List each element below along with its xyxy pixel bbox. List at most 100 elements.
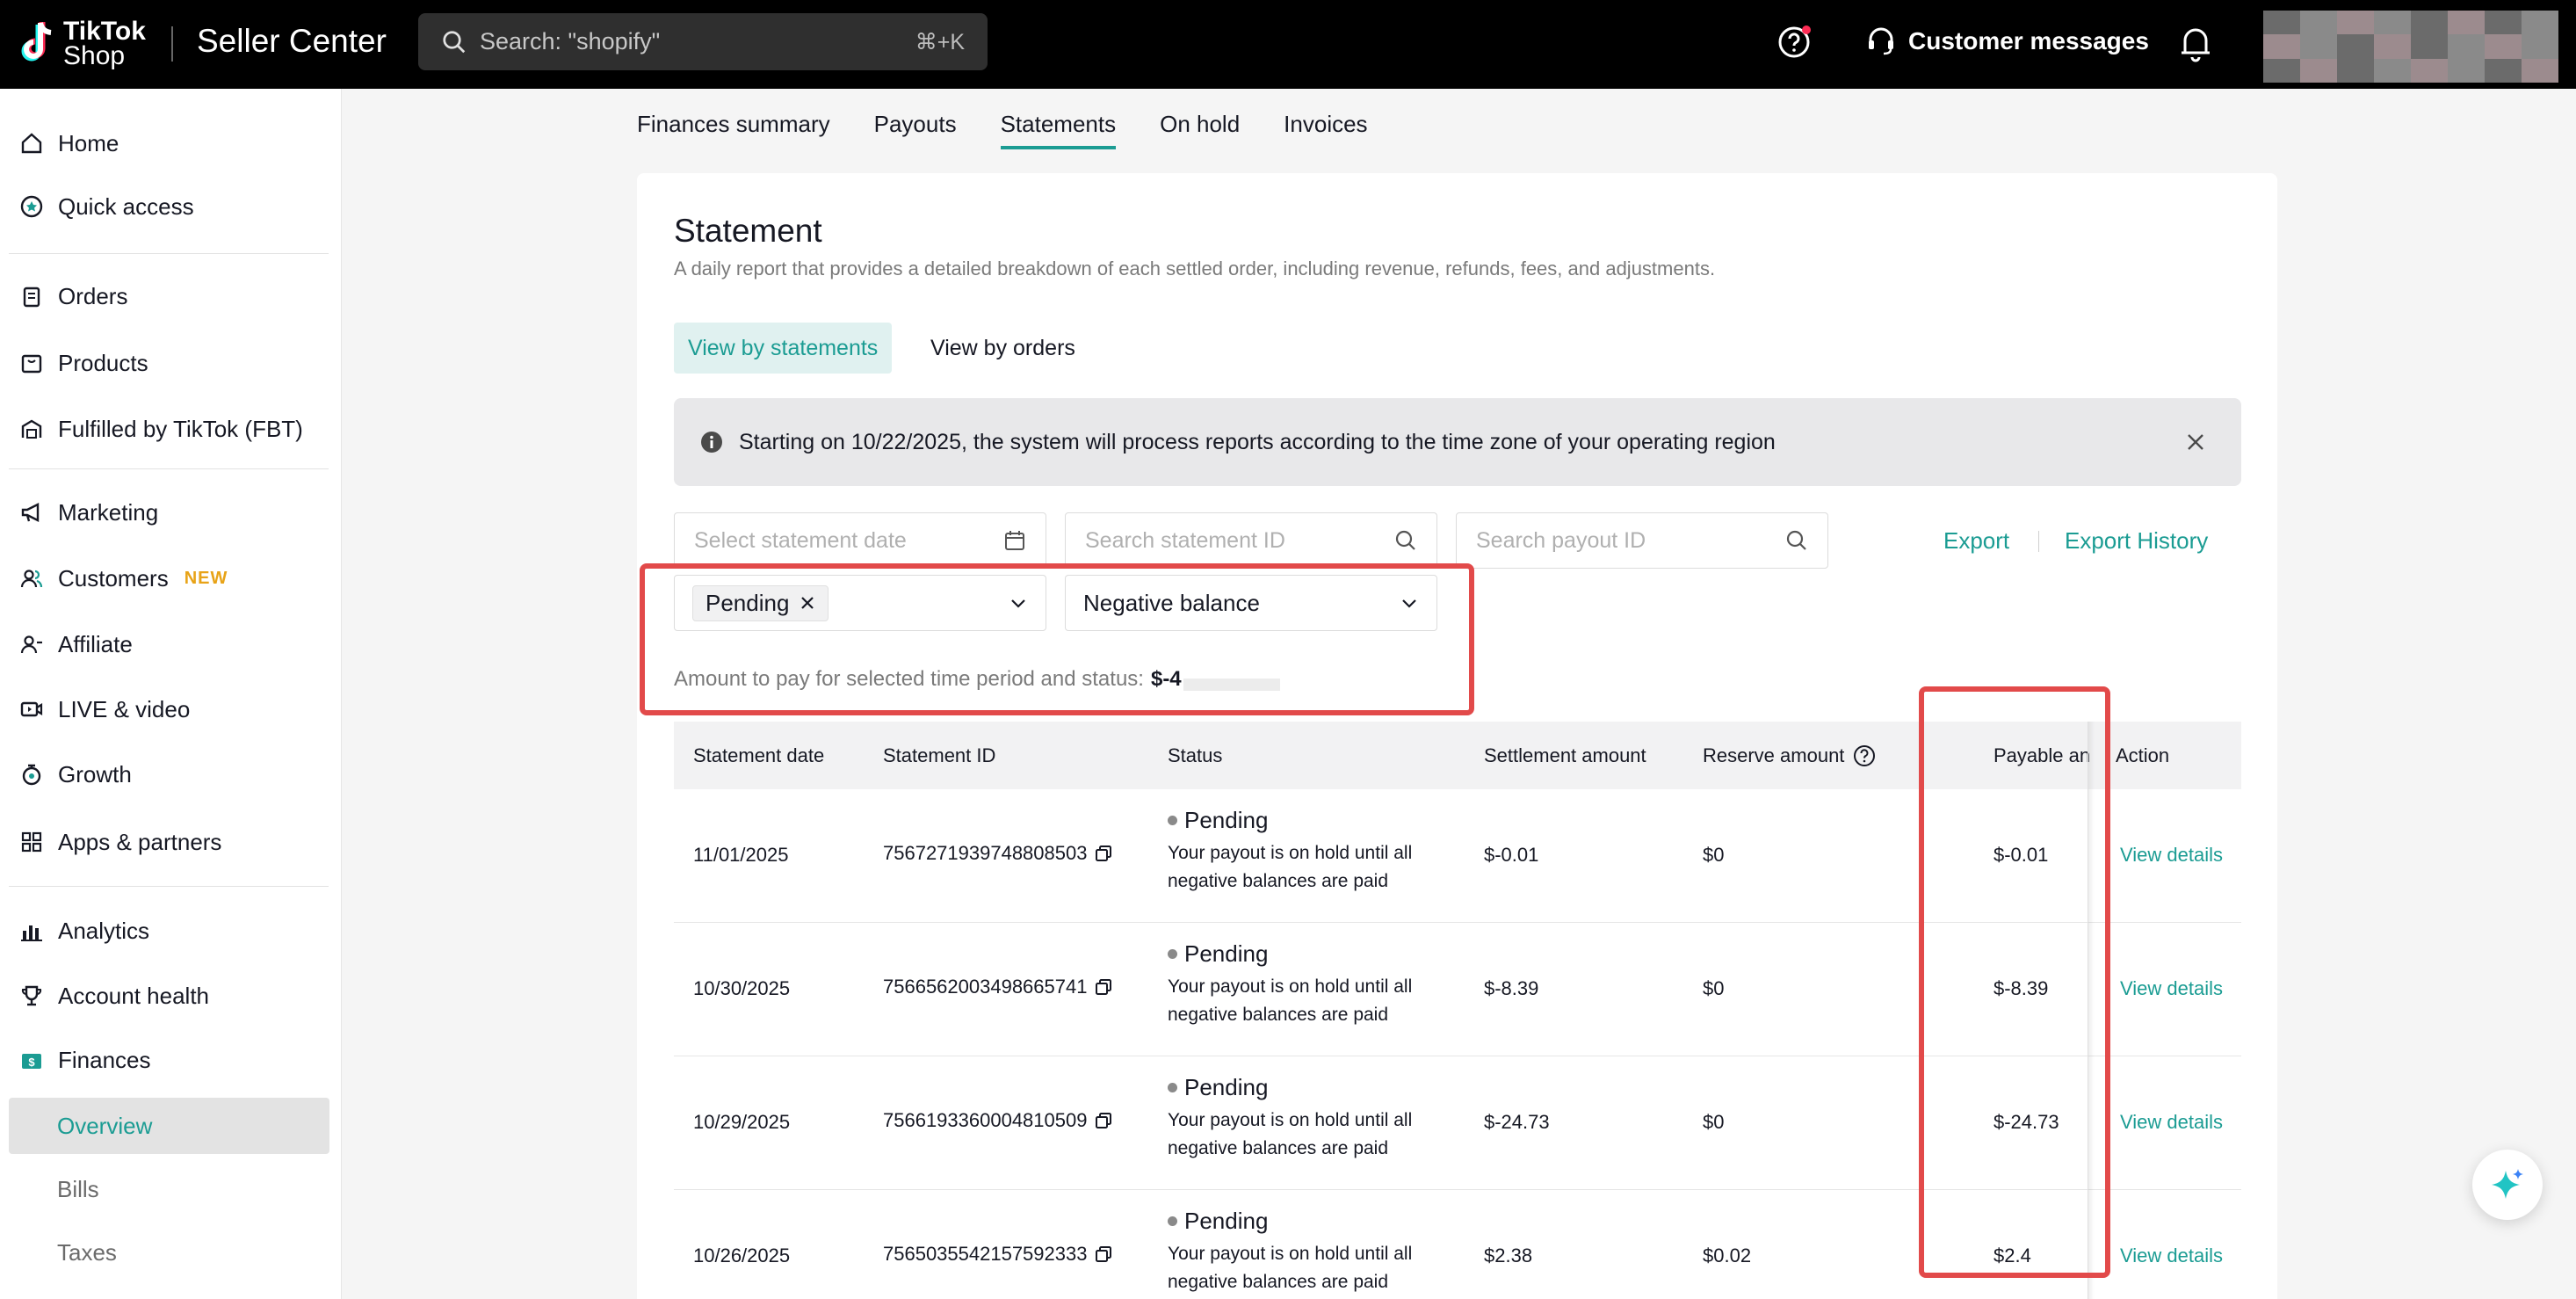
sidebar: Home Quick access Orders Products Fulfil… [0, 89, 342, 1299]
statement-id-text: 7566193360004810509 [883, 1109, 1088, 1131]
view-details-link[interactable]: View details [2120, 844, 2223, 867]
view-details-link[interactable]: View details [2120, 977, 2223, 1000]
status-description: Your payout is on hold until all negativ… [1168, 843, 1413, 891]
sidebar-label-orders: Orders [58, 282, 128, 309]
sidebar-label-home: Home [58, 129, 119, 156]
row-reserve: $0 [1703, 844, 1725, 866]
header-divider [171, 26, 173, 62]
sidebar-divider [9, 253, 329, 254]
status-dot [1168, 1216, 1177, 1226]
close-icon[interactable] [2185, 432, 2206, 453]
bar-chart-icon [21, 925, 42, 941]
status-description: Your payout is on hold until all negativ… [1168, 976, 1413, 1025]
sidebar-divider [9, 886, 329, 887]
status-text: Pending [1184, 1208, 1269, 1234]
sidebar-label-account-health: Account health [58, 982, 210, 1009]
top-bar: TikTok Shop Seller Center Search: "shopi… [0, 0, 2576, 89]
customer-messages-button[interactable]: Customer messages [1864, 25, 2149, 58]
col-header-date[interactable]: Statement date [693, 744, 824, 767]
finance-icon: $ [22, 1054, 41, 1069]
col-header-reserve: Reserve amount [1703, 744, 1876, 767]
copy-icon[interactable] [1094, 844, 1113, 863]
new-badge: NEW [184, 568, 228, 588]
statement-date-picker[interactable]: Select statement date [674, 512, 1046, 569]
sparkle-icon [2492, 1169, 2523, 1199]
copy-icon[interactable] [1094, 977, 1113, 997]
svg-text:$: $ [28, 1056, 35, 1069]
export-link[interactable]: Export [1943, 527, 2009, 555]
customer-messages-label: Customer messages [1908, 27, 2149, 54]
row-status: Pending Your payout is on hold until all… [1168, 1074, 1458, 1163]
sidebar-item-quick-access[interactable]: Quick access [0, 178, 342, 235]
row-date: 10/30/2025 [693, 977, 791, 999]
sidebar-item-home[interactable]: Home [0, 115, 342, 171]
row-date: 10/26/2025 [693, 1245, 791, 1266]
statement-id-placeholder: Search statement ID [1085, 527, 1285, 553]
finance-tabs: Finances summary Payouts Statements On h… [637, 88, 1412, 149]
sidebar-item-orders[interactable]: Orders [0, 268, 342, 324]
help-icon[interactable] [1776, 25, 1812, 60]
view-details-link[interactable]: View details [2120, 1245, 2223, 1267]
question-icon[interactable] [1853, 744, 1876, 767]
app-title: Seller Center [197, 23, 387, 59]
tiktok-shop-logo[interactable]: TikTok Shop [18, 16, 146, 72]
notice-text: Starting on 10/22/2025, the system will … [739, 429, 1776, 454]
megaphone-icon [21, 503, 40, 522]
row-settlement: $-24.73 [1484, 1111, 1550, 1133]
payout-id-search-input[interactable]: Search payout ID [1456, 512, 1828, 569]
row-status: Pending Your payout is on hold until all… [1168, 807, 1458, 896]
bell-icon[interactable] [2177, 25, 2214, 63]
logo-line1: TikTok [63, 17, 146, 46]
video-icon [20, 701, 43, 717]
tab-invoices[interactable]: Invoices [1284, 88, 1367, 149]
statement-id-search-input[interactable]: Search statement ID [1065, 512, 1437, 569]
export-history-link[interactable]: Export History [2065, 527, 2208, 555]
sidebar-label-marketing: Marketing [58, 498, 159, 526]
col-header-statement-id: Statement ID [883, 744, 996, 766]
logo-text: TikTok Shop [63, 17, 146, 70]
tab-finances-summary[interactable]: Finances summary [637, 88, 830, 149]
tab-on-hold[interactable]: On hold [1160, 88, 1240, 149]
sidebar-item-products[interactable]: Products [0, 335, 342, 391]
sidebar-label-products: Products [58, 349, 148, 376]
home-icon [21, 133, 42, 154]
sidebar-label-analytics: Analytics [58, 917, 150, 944]
copy-icon[interactable] [1094, 1111, 1113, 1130]
sidebar-subitem-bills[interactable]: Bills [9, 1161, 329, 1217]
view-by-orders-toggle[interactable]: View by orders [930, 323, 1075, 374]
sidebar-item-marketing[interactable]: Marketing [0, 484, 342, 541]
trophy-icon [21, 985, 42, 1006]
sidebar-item-account-health[interactable]: Account health [0, 968, 342, 1024]
status-description: Your payout is on hold until all negativ… [1168, 1110, 1413, 1158]
ai-assistant-button[interactable] [2472, 1150, 2543, 1220]
sidebar-item-apps-partners[interactable]: Apps & partners [0, 814, 342, 870]
row-status: Pending Your payout is on hold until all… [1168, 1208, 1458, 1296]
sidebar-subitem-taxes[interactable]: Taxes [9, 1224, 329, 1281]
sidebar-item-customers[interactable]: Customers NEW [0, 550, 342, 606]
growth-icon [22, 764, 41, 786]
logo-line2: Shop [63, 41, 126, 70]
status-dot [1168, 1083, 1177, 1092]
box-icon [21, 354, 42, 374]
view-details-link[interactable]: View details [2120, 1111, 2223, 1134]
sidebar-item-analytics[interactable]: Analytics [0, 903, 342, 959]
copy-icon[interactable] [1094, 1245, 1113, 1264]
payout-id-placeholder: Search payout ID [1476, 527, 1646, 553]
sidebar-item-fbt[interactable]: Fulfilled by TikTok (FBT) [0, 401, 342, 457]
tab-statements[interactable]: Statements [1000, 88, 1116, 149]
status-text: Pending [1184, 807, 1269, 833]
account-avatar[interactable] [2263, 11, 2558, 83]
sidebar-item-affiliate[interactable]: Affiliate [0, 616, 342, 672]
global-search-input[interactable]: Search: "shopify" ⌘+K [418, 13, 988, 70]
view-by-statements-toggle[interactable]: View by statements [674, 323, 893, 374]
search-icon [1786, 530, 1806, 550]
sidebar-item-live-video[interactable]: LIVE & video [0, 681, 342, 737]
status-dot [1168, 949, 1177, 959]
search-icon [1395, 530, 1415, 550]
sidebar-item-finances[interactable]: $ Finances [0, 1032, 342, 1088]
sidebar-divider [9, 468, 329, 469]
tab-payouts[interactable]: Payouts [874, 88, 957, 149]
row-statement-id: 7566193360004810509 [883, 1109, 1113, 1132]
sidebar-item-growth[interactable]: Growth [0, 746, 342, 802]
sidebar-subitem-overview[interactable]: Overview [9, 1098, 329, 1154]
